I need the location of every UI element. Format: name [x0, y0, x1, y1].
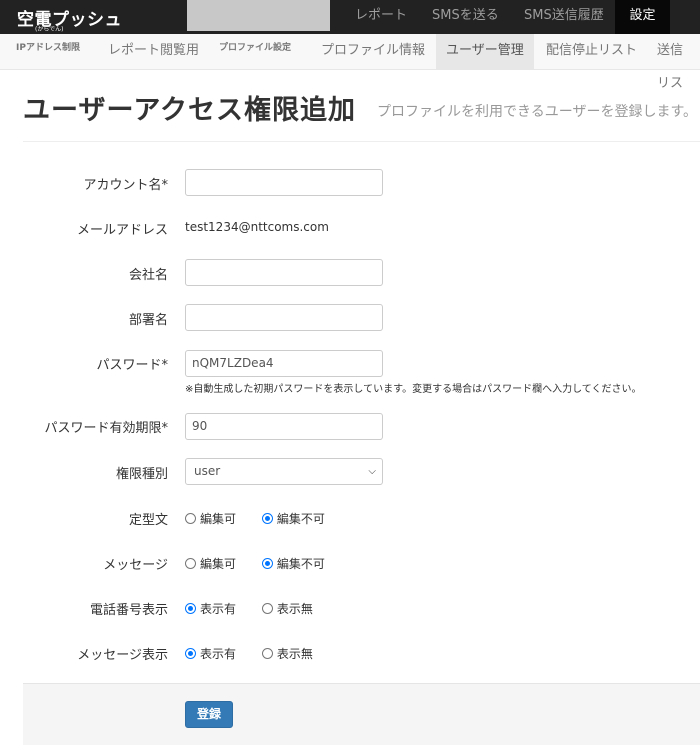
- role-label: 権限種別: [115, 467, 168, 482]
- subnav-profile-settings: プロファイル設定: [219, 43, 292, 53]
- template-editable-option[interactable]: 編集可: [185, 510, 236, 527]
- email-label: メールアドレス: [76, 223, 168, 238]
- radio-unchecked-icon[interactable]: [261, 603, 273, 614]
- password-expiry-label: パスワード有効期限*: [44, 421, 168, 436]
- message-display-radio-group: 表示有 表示無: [185, 645, 335, 662]
- account-input[interactable]: [185, 169, 383, 196]
- role-select-value: user: [194, 464, 221, 478]
- top-nav-sms-history[interactable]: SMS送信履歴: [524, 0, 604, 34]
- top-nav-report[interactable]: レポート: [355, 0, 407, 34]
- department-label: 部署名: [128, 313, 168, 328]
- radio-checked-icon[interactable]: [185, 648, 196, 659]
- subnav-send-list[interactable]: 送信リス: [647, 34, 700, 91]
- page-title: ユーザーアクセス権限追加: [23, 95, 357, 126]
- subnav-report-viewer[interactable]: レポート閲覧用: [98, 34, 209, 69]
- role-select[interactable]: user ⌵: [185, 458, 383, 485]
- top-navbar: 空電プッシュ (からでん) レポート SMSを送る SMS送信履歴 設定: [0, 0, 700, 34]
- template-not-editable-option[interactable]: 編集不可: [261, 510, 325, 527]
- radio-checked-icon[interactable]: [261, 558, 273, 569]
- message-editable-option[interactable]: 編集可: [185, 555, 236, 572]
- subnav-user-management[interactable]: ユーザー管理: [436, 34, 534, 69]
- password-expiry-input[interactable]: 90: [185, 413, 383, 440]
- message-not-editable-option[interactable]: 編集不可: [261, 555, 325, 572]
- subnav-stop-list[interactable]: 配信停止リスト: [536, 34, 647, 69]
- password-input[interactable]: nQM7LZDea4: [185, 350, 383, 377]
- template-radio-group: 編集可 編集不可: [185, 510, 347, 527]
- brand-logo-sub: (からでん): [35, 26, 64, 33]
- phone-display-radio-group: 表示有 表示無: [185, 600, 335, 617]
- radio-unchecked-icon[interactable]: [185, 558, 196, 569]
- company-label: 会社名: [128, 268, 168, 283]
- message-label: メッセージ: [103, 558, 168, 573]
- department-input[interactable]: [185, 304, 383, 331]
- form-footer: [23, 683, 700, 745]
- password-label: パスワード*: [96, 358, 168, 373]
- phone-display-show-option[interactable]: 表示有: [185, 600, 236, 617]
- top-nav-send-sms[interactable]: SMSを送る: [432, 0, 499, 34]
- template-label: 定型文: [128, 513, 168, 528]
- top-nav-settings[interactable]: 設定: [615, 0, 670, 34]
- radio-checked-icon[interactable]: [261, 513, 273, 524]
- title-divider: [23, 141, 700, 142]
- message-display-show-option[interactable]: 表示有: [185, 645, 236, 662]
- page-subtitle: プロファイルを利用できるユーザーを登録します。: [377, 104, 698, 120]
- company-input[interactable]: [185, 259, 383, 286]
- brand-logo[interactable]: 空電プッシュ: [17, 5, 122, 30]
- message-display-label: メッセージ表示: [77, 648, 168, 663]
- email-value: test1234@nttcoms.com: [185, 220, 329, 234]
- subnav-ip-restriction[interactable]: IPアドレス制限: [16, 40, 80, 53]
- message-display-hide-option[interactable]: 表示無: [261, 645, 313, 662]
- phone-display-label: 電話番号表示: [89, 603, 168, 618]
- message-radio-group: 編集可 編集不可: [185, 555, 347, 572]
- register-button[interactable]: 登録: [185, 701, 233, 728]
- subnav-profile-info[interactable]: プロファイル情報: [311, 34, 435, 69]
- radio-checked-icon[interactable]: [185, 603, 196, 614]
- top-search-box[interactable]: [187, 0, 330, 31]
- radio-unchecked-icon[interactable]: [261, 648, 273, 659]
- phone-display-hide-option[interactable]: 表示無: [261, 600, 313, 617]
- account-label: アカウント名*: [83, 178, 168, 193]
- chevron-down-icon: ⌵: [368, 466, 376, 477]
- radio-unchecked-icon[interactable]: [185, 513, 196, 524]
- password-help-text: ※自動生成した初期パスワードを表示しています。変更する場合はパスワード欄へ入力し…: [185, 384, 642, 395]
- settings-subnav: IPアドレス制限 レポート閲覧用 プロファイル設定 プロファイル情報 ユーザー管…: [0, 34, 700, 91]
